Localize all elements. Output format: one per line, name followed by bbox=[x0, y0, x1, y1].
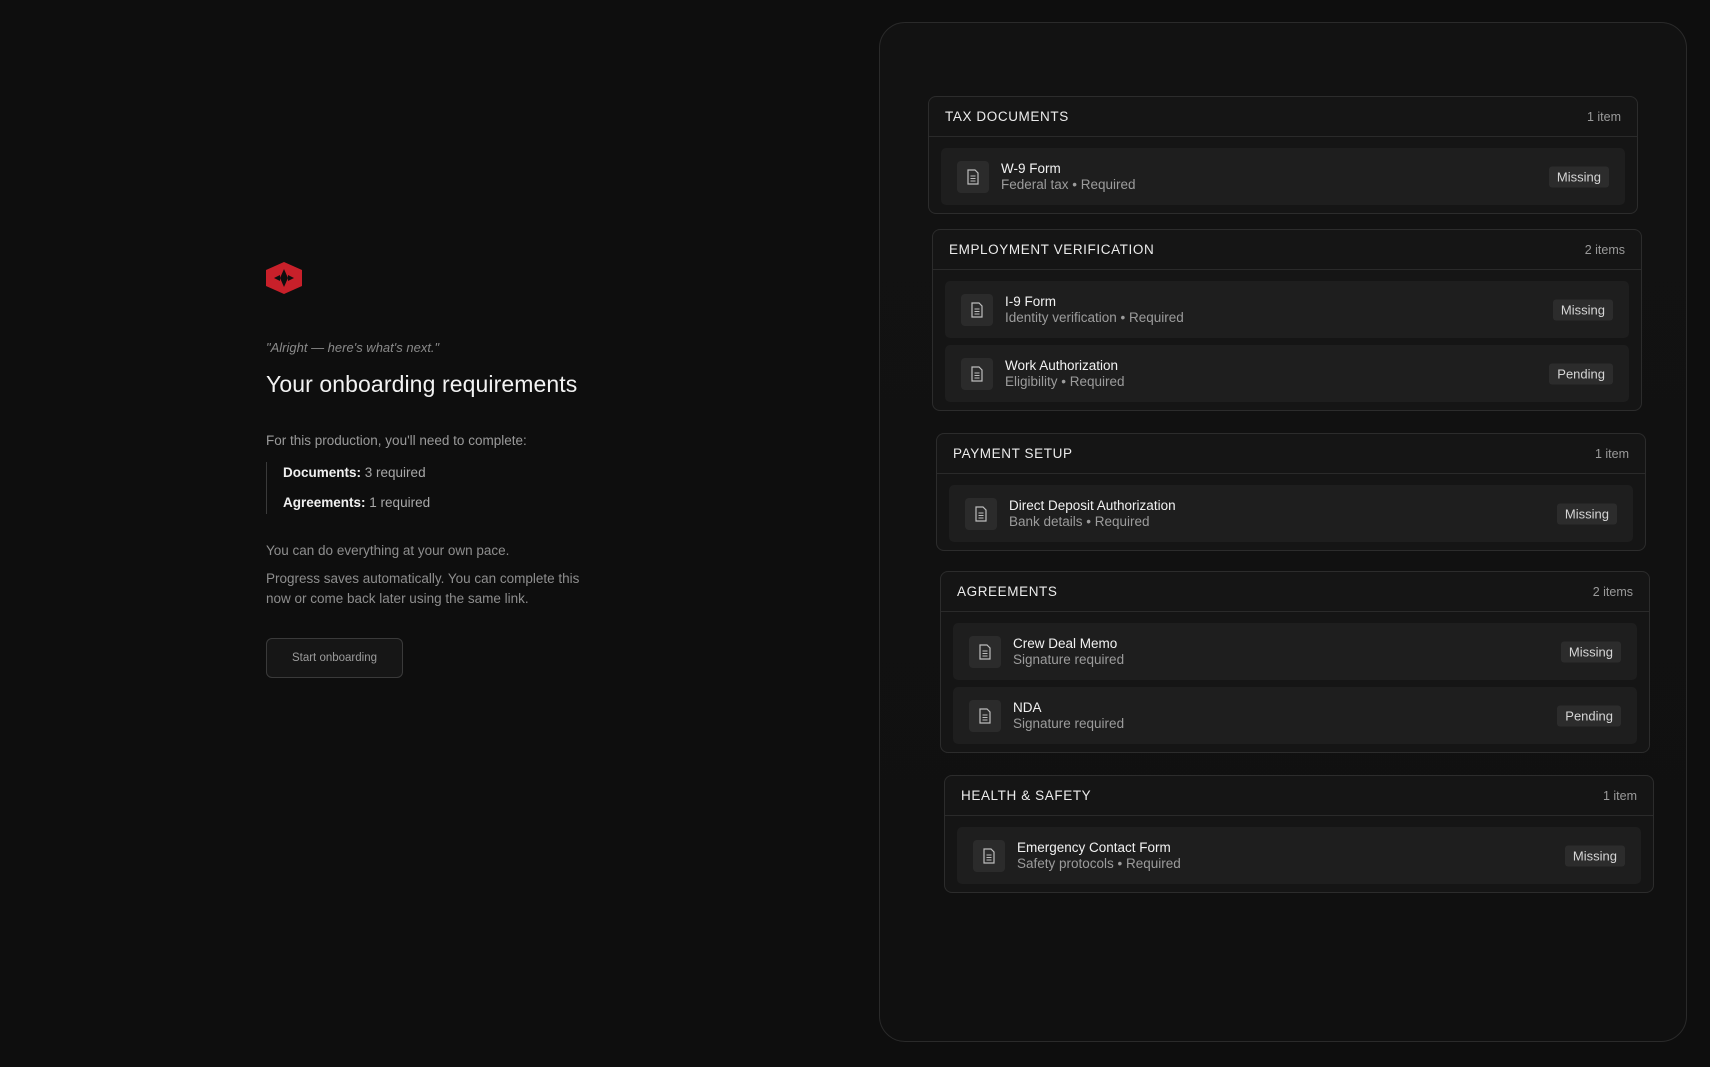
item-name: I-9 Form bbox=[1005, 293, 1057, 309]
section-tax-documents: TAX DOCUMENTS 1 item W-9 Form Federal ta… bbox=[928, 96, 1638, 214]
status-badge: Missing bbox=[1552, 299, 1613, 320]
item-subtitle: Safety protocols • Required bbox=[1017, 855, 1181, 871]
status-badge: Missing bbox=[1548, 166, 1609, 187]
document-icon bbox=[957, 160, 989, 193]
item-subtitle: Signature required bbox=[1013, 651, 1125, 667]
pace-note: You can do everything at your own pace. bbox=[266, 543, 510, 558]
item-subtitle: Eligibility • Required bbox=[1005, 373, 1125, 389]
item-name: W-9 Form bbox=[1001, 160, 1061, 176]
section-count: 1 item bbox=[1594, 446, 1629, 461]
requirements-summary: Documents: 3 required Agreements: 1 requ… bbox=[266, 462, 606, 514]
section-title: TAX DOCUMENTS bbox=[945, 109, 1069, 124]
item-name: Direct Deposit Authorization bbox=[1009, 497, 1176, 513]
document-item-nda[interactable]: NDA Signature required Pending bbox=[953, 687, 1637, 744]
page-title: Your onboarding requirements bbox=[266, 371, 578, 397]
document-icon bbox=[961, 357, 993, 390]
section-count: 2 items bbox=[1584, 242, 1625, 257]
document-icon bbox=[961, 293, 993, 326]
item-name: NDA bbox=[1013, 699, 1042, 715]
document-icon bbox=[969, 635, 1001, 668]
item-subtitle: Signature required bbox=[1013, 715, 1125, 731]
item-subtitle: Bank details • Required bbox=[1009, 513, 1150, 529]
document-item-emergency-contact[interactable]: Emergency Contact Form Safety protocols … bbox=[957, 827, 1641, 884]
intro-text: For this production, you'll need to comp… bbox=[266, 433, 527, 448]
section-title: HEALTH & SAFETY bbox=[961, 788, 1092, 803]
status-badge: Missing bbox=[1564, 845, 1625, 866]
item-name: Crew Deal Memo bbox=[1013, 635, 1118, 651]
progress-note: Progress saves automatically. You can co… bbox=[266, 571, 580, 606]
item-subtitle: Federal tax • Required bbox=[1001, 176, 1136, 192]
onboarding-page: "Alright — here's what's next." Your onb… bbox=[0, 0, 1710, 1067]
section-agreements: AGREEMENTS 2 items Crew Deal Memo Signat… bbox=[940, 571, 1650, 753]
item-name: Emergency Contact Form bbox=[1017, 839, 1171, 855]
section-header: EMPLOYMENT VERIFICATION 2 items bbox=[933, 230, 1641, 270]
requirement-value: 3 required bbox=[364, 465, 426, 480]
item-subtitle: Identity verification • Required bbox=[1005, 309, 1184, 325]
intro-panel: "Alright — here's what's next." Your onb… bbox=[266, 262, 606, 678]
section-header: TAX DOCUMENTS 1 item bbox=[929, 97, 1637, 137]
document-item-work-authorization[interactable]: Work Authorization Eligibility • Require… bbox=[945, 345, 1629, 402]
requirement-agreements: Agreements: 1 required bbox=[283, 494, 606, 512]
requirement-documents: Documents: 3 required bbox=[283, 464, 606, 482]
section-health-safety: HEALTH & SAFETY 1 item Emergency Contact… bbox=[944, 775, 1654, 893]
status-badge: Missing bbox=[1560, 641, 1621, 662]
section-title: AGREEMENTS bbox=[957, 584, 1058, 599]
document-item-direct-deposit[interactable]: Direct Deposit Authorization Bank detail… bbox=[949, 485, 1633, 542]
section-count: 1 item bbox=[1586, 109, 1621, 124]
document-item-crew-deal-memo[interactable]: Crew Deal Memo Signature required Missin… bbox=[953, 623, 1637, 680]
section-count: 2 items bbox=[1592, 584, 1633, 599]
item-name: Work Authorization bbox=[1005, 357, 1119, 373]
document-icon bbox=[965, 497, 997, 530]
status-badge: Pending bbox=[1557, 705, 1621, 726]
status-badge: Missing bbox=[1556, 503, 1617, 524]
start-onboarding-button[interactable]: Start onboarding bbox=[266, 638, 403, 678]
section-employment-verification: EMPLOYMENT VERIFICATION 2 items I-9 Form… bbox=[932, 229, 1642, 411]
document-icon bbox=[973, 839, 1005, 872]
document-item-i9[interactable]: I-9 Form Identity verification • Require… bbox=[945, 281, 1629, 338]
section-header: HEALTH & SAFETY 1 item bbox=[945, 776, 1653, 816]
status-badge: Pending bbox=[1549, 363, 1613, 384]
section-title: EMPLOYMENT VERIFICATION bbox=[949, 242, 1155, 257]
requirement-label: Documents: bbox=[283, 465, 362, 480]
section-header: AGREEMENTS 2 items bbox=[941, 572, 1649, 612]
brand-logo-icon bbox=[266, 262, 302, 294]
section-header: PAYMENT SETUP 1 item bbox=[937, 434, 1645, 474]
intro-quote: "Alright — here's what's next." bbox=[266, 340, 440, 355]
requirements-panel: TAX DOCUMENTS 1 item W-9 Form Federal ta… bbox=[879, 22, 1687, 1042]
document-icon bbox=[969, 699, 1001, 732]
section-count: 1 item bbox=[1602, 788, 1637, 803]
section-payment-setup: PAYMENT SETUP 1 item Direct Deposit Auth… bbox=[936, 433, 1646, 551]
section-title: PAYMENT SETUP bbox=[953, 446, 1073, 461]
requirement-label: Agreements: bbox=[283, 495, 366, 510]
document-item-w9[interactable]: W-9 Form Federal tax • Required Missing bbox=[941, 148, 1625, 205]
requirement-value: 1 required bbox=[369, 495, 431, 510]
